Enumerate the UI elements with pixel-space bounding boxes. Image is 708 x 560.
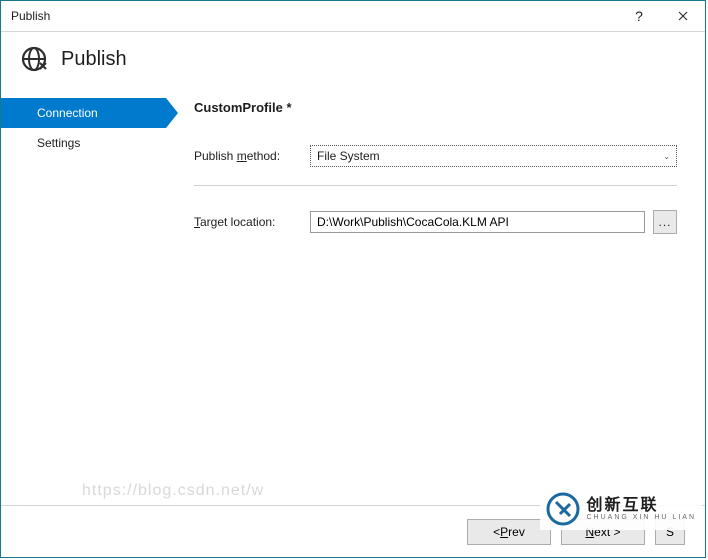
prev-button[interactable]: < Prev (467, 519, 551, 545)
help-button[interactable]: ? (617, 1, 661, 31)
target-location-label: Target location: (194, 215, 310, 229)
window-title: Publish (11, 9, 617, 23)
publish-dialog: Publish ? Publish Connection Settings Cu… (0, 0, 706, 558)
publish-method-select[interactable]: File System ⌄ (310, 145, 677, 167)
target-location-input[interactable] (310, 211, 645, 233)
publish-globe-icon (21, 46, 47, 72)
footer: < Prev Next > S (1, 505, 705, 557)
browse-button[interactable]: ... (653, 210, 677, 234)
titlebar: Publish ? (1, 1, 705, 32)
sidebar-item-settings[interactable]: Settings (1, 128, 166, 158)
content-panel: CustomProfile * Publish method: File Sys… (166, 92, 705, 505)
header: Publish (1, 32, 705, 92)
profile-title: CustomProfile * (194, 100, 677, 115)
header-title: Publish (61, 48, 127, 71)
close-icon (678, 11, 688, 21)
divider (194, 185, 677, 186)
publish-method-label: Publish method: (194, 149, 310, 163)
sidebar-item-connection[interactable]: Connection (1, 98, 166, 128)
overflow-button[interactable]: S (655, 519, 685, 545)
publish-method-value: File System (317, 149, 380, 163)
publish-method-row: Publish method: File System ⌄ (194, 145, 677, 167)
next-button[interactable]: Next > (561, 519, 645, 545)
chevron-down-icon: ⌄ (663, 152, 670, 161)
close-button[interactable] (661, 1, 705, 31)
target-location-row: Target location: ... (194, 210, 677, 234)
sidebar: Connection Settings (1, 92, 166, 505)
